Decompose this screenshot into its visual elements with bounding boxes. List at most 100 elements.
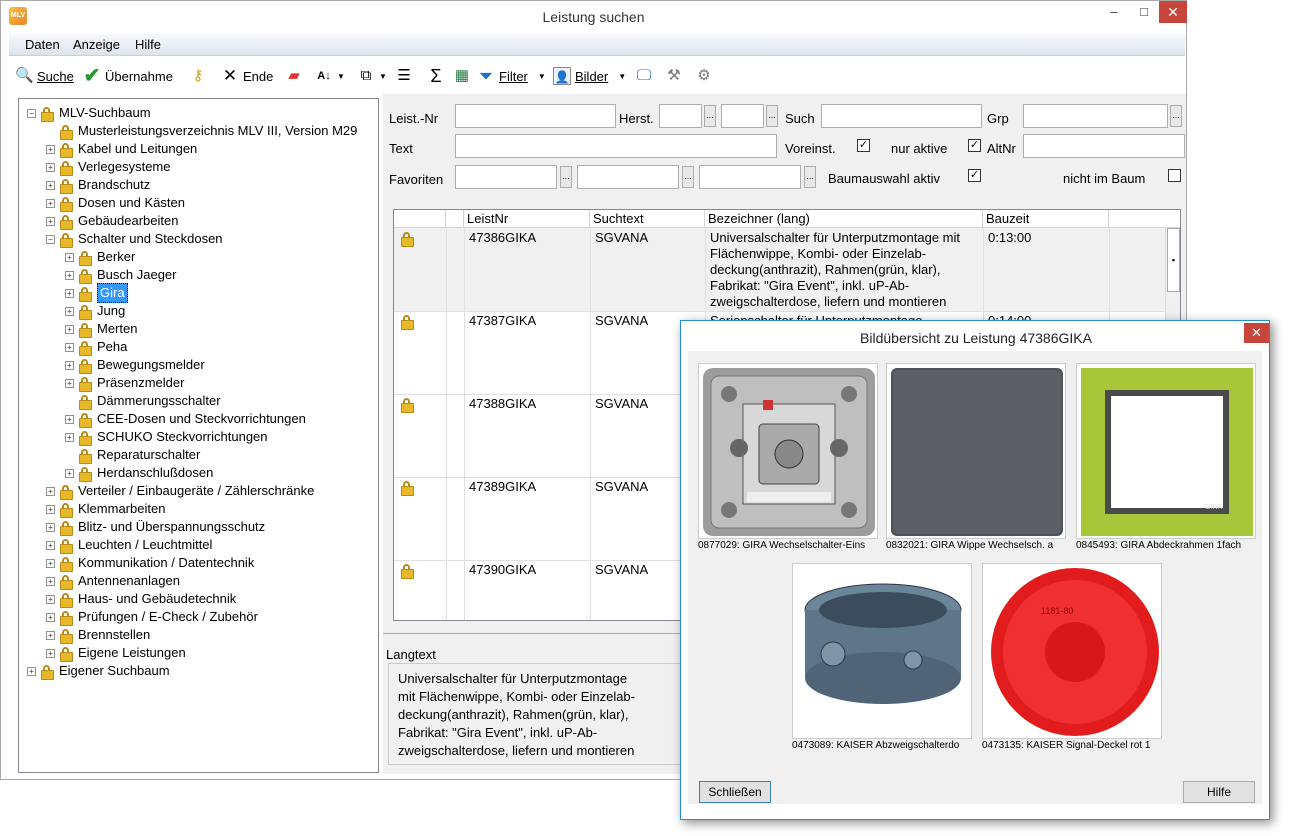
tree-node-root[interactable]: − MLV-Suchbaum: [27, 104, 151, 122]
table-row[interactable]: 47386GIKA SGVANA Universalschalter für Unt…: [394, 228, 1165, 311]
tree-node[interactable]: + Kommunikation / Datentechnik: [46, 554, 254, 572]
tree-node[interactable]: + Brandschutz: [46, 176, 150, 194]
favoriten-browse-button-2[interactable]: ...: [682, 166, 694, 188]
tree-node[interactable]: + Klemmarbeiten: [46, 500, 165, 518]
excel-button[interactable]: ▦: [453, 65, 471, 87]
favoriten-input-3[interactable]: [699, 165, 801, 189]
expand-icon[interactable]: +: [46, 198, 55, 208]
expand-icon[interactable]: +: [46, 558, 55, 568]
baumauswahl-checkbox[interactable]: ✓: [968, 169, 981, 182]
herst-input-1[interactable]: [659, 104, 702, 128]
expand-icon[interactable]: +: [46, 540, 55, 550]
expand-icon[interactable]: +: [46, 216, 55, 226]
tree-node[interactable]: + Kabel und Leitungen: [46, 140, 197, 158]
menu-hilfe[interactable]: Hilfe: [135, 37, 161, 52]
eraser-button[interactable]: ▰: [285, 65, 303, 87]
nur-aktive-checkbox[interactable]: ✓: [968, 139, 981, 152]
key-button[interactable]: ⚷: [189, 65, 207, 87]
grid-header-bezeichner[interactable]: Bezeichner (lang): [705, 210, 983, 228]
altnr-input[interactable]: [1023, 134, 1185, 158]
expand-icon[interactable]: +: [46, 144, 55, 154]
image-thumb-2[interactable]: 0832021: GIRA Wippe Wechselsch. a: [886, 363, 1066, 551]
exit-button[interactable]: ✕ Ende: [221, 65, 274, 87]
minimize-button[interactable]: –: [1099, 1, 1129, 23]
expand-icon[interactable]: +: [65, 288, 74, 298]
close-button[interactable]: ✕: [1159, 1, 1187, 23]
menu-anzeige[interactable]: Anzeige: [73, 37, 120, 52]
expand-icon[interactable]: +: [46, 612, 55, 622]
expand-icon[interactable]: +: [65, 360, 74, 370]
expand-icon[interactable]: +: [46, 486, 55, 496]
expand-icon[interactable]: +: [65, 468, 74, 478]
list-button[interactable]: ☰: [395, 65, 413, 87]
expand-icon[interactable]: +: [46, 648, 55, 658]
tree-node[interactable]: + Prüfungen / E-Check / Zubehör: [46, 608, 258, 626]
tree-node[interactable]: + Merten: [65, 320, 137, 338]
copy-button[interactable]: ⧉ ▼: [357, 65, 387, 87]
grp-browse-button[interactable]: ...: [1170, 105, 1182, 127]
images-button[interactable]: 👤 Bilder ▼: [553, 65, 626, 87]
tree-node[interactable]: + SCHUKO Steckvorrichtungen: [65, 428, 268, 446]
tree-node[interactable]: + Verteiler / Einbaugeräte / Zählerschrän…: [46, 482, 314, 500]
tree-node[interactable]: +Musterleistungsverzeichnis MLV III, Ver…: [46, 122, 357, 140]
expand-icon[interactable]: +: [65, 306, 74, 316]
settings-button[interactable]: ⚙: [695, 65, 713, 87]
maximize-button[interactable]: □: [1129, 1, 1159, 23]
favoriten-input-2[interactable]: [577, 165, 679, 189]
tree-node[interactable]: +Dämmerungsschalter: [65, 392, 221, 410]
favoriten-browse-button-1[interactable]: ...: [560, 166, 572, 188]
tree-node[interactable]: + Antennenanlagen: [46, 572, 180, 590]
tree-node-root-own[interactable]: + Eigener Suchbaum: [27, 662, 170, 680]
voreinst-checkbox[interactable]: ✓: [857, 139, 870, 152]
tree-node[interactable]: − Schalter und Steckdosen: [46, 230, 223, 248]
tree-node[interactable]: + Verlegesysteme: [46, 158, 171, 176]
collapse-icon[interactable]: −: [27, 108, 36, 118]
expand-icon[interactable]: +: [65, 432, 74, 442]
grid-header-leistnr[interactable]: LeistNr: [464, 210, 590, 228]
favoriten-browse-button-3[interactable]: ...: [804, 166, 816, 188]
expand-icon[interactable]: +: [65, 324, 74, 334]
expand-icon[interactable]: +: [65, 252, 74, 262]
tree-node[interactable]: + Berker: [65, 248, 135, 266]
tree-node[interactable]: + Peha: [65, 338, 127, 356]
expand-icon[interactable]: +: [46, 162, 55, 172]
expand-icon[interactable]: +: [46, 630, 55, 640]
expand-icon[interactable]: +: [65, 414, 74, 424]
leistnr-input[interactable]: [455, 104, 616, 128]
menu-daten[interactable]: Daten: [25, 37, 60, 52]
expand-icon[interactable]: +: [46, 594, 55, 604]
grp-input[interactable]: [1023, 104, 1168, 128]
tree-node[interactable]: + Gira: [65, 283, 128, 303]
favoriten-input-1[interactable]: [455, 165, 557, 189]
grid-header-bauzeit[interactable]: Bauzeit: [983, 210, 1109, 228]
help-button[interactable]: Hilfe: [1183, 781, 1255, 803]
sort-button[interactable]: A↓ ▼: [315, 65, 345, 87]
tree-node[interactable]: + Herdanschlußdosen: [65, 464, 213, 482]
expand-icon[interactable]: +: [46, 576, 55, 586]
text-input[interactable]: [455, 134, 777, 158]
herst-input-2[interactable]: [721, 104, 764, 128]
scrollbar-thumb[interactable]: ▪: [1167, 228, 1180, 292]
nicht-im-baum-checkbox[interactable]: [1168, 169, 1181, 182]
tree-node[interactable]: + Leuchten / Leuchtmittel: [46, 536, 212, 554]
herst-browse-button-2[interactable]: ...: [766, 105, 778, 127]
tree-node[interactable]: + Busch Jaeger: [65, 266, 177, 284]
tree-node[interactable]: + Haus- und Gebäudetechnik: [46, 590, 236, 608]
tools-button[interactable]: ⚒: [665, 65, 683, 87]
image-thumb-4[interactable]: 0473089: KAISER Abzweigschalterdo: [792, 563, 972, 751]
filter-button[interactable]: ⏷ Filter ▼: [477, 65, 546, 87]
herst-browse-button-1[interactable]: ...: [704, 105, 716, 127]
tree-node[interactable]: + Eigene Leistungen: [46, 644, 186, 662]
expand-icon[interactable]: +: [65, 378, 74, 388]
tree-node[interactable]: + CEE-Dosen und Steckvorrichtungen: [65, 410, 306, 428]
expand-icon[interactable]: +: [27, 666, 36, 676]
dialog-close-button[interactable]: ✕: [1244, 323, 1269, 343]
tree-node[interactable]: + Dosen und Kästen: [46, 194, 185, 212]
image-thumb-5[interactable]: 1181-80 0473135: KAISER Signal-Deckel ro…: [982, 563, 1162, 751]
monitor-button[interactable]: 🖵: [635, 65, 653, 87]
collapse-icon[interactable]: −: [46, 234, 55, 244]
grid-header-suchtext[interactable]: Suchtext: [590, 210, 705, 228]
tree-node[interactable]: +Reparaturschalter: [65, 446, 200, 464]
tree-node[interactable]: + Jung: [65, 302, 125, 320]
expand-icon[interactable]: +: [46, 522, 55, 532]
